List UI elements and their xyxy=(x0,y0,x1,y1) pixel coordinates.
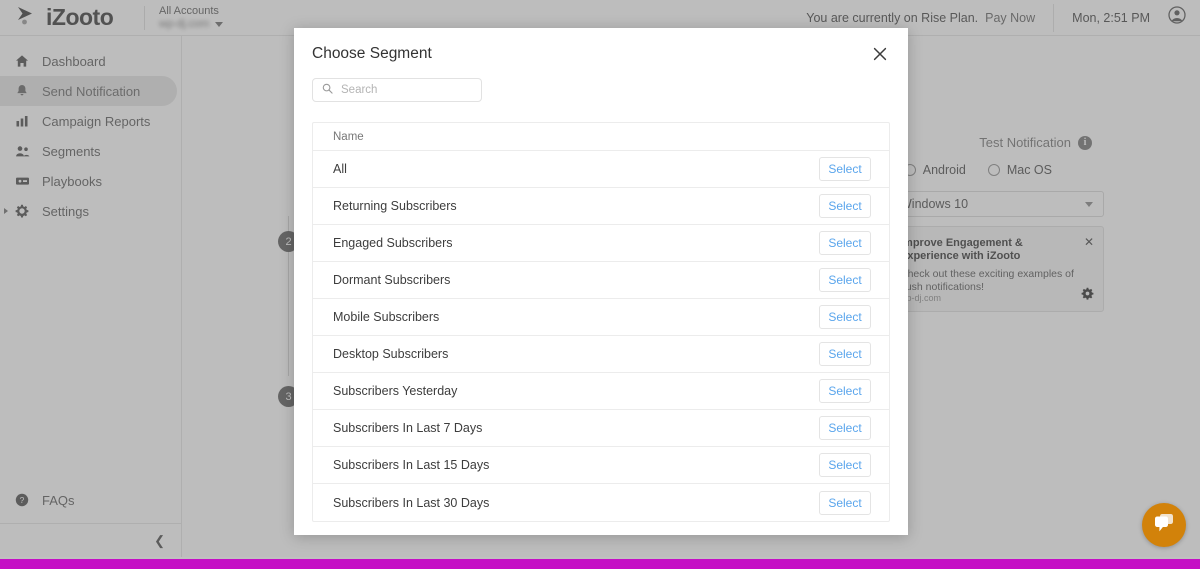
segment-name: Subscribers In Last 30 Days xyxy=(333,495,490,510)
segment-name: All xyxy=(333,162,347,176)
segment-name: Engaged Subscribers xyxy=(333,236,453,250)
izooto-app-window: iZooto All Accounts wp-dj.com You are cu… xyxy=(0,0,1200,569)
segment-name: Mobile Subscribers xyxy=(333,310,440,324)
select-segment-button[interactable]: Select xyxy=(819,342,871,366)
select-segment-button[interactable]: Select xyxy=(819,379,871,403)
bottom-accent-bar xyxy=(0,559,1200,569)
select-segment-button[interactable]: Select xyxy=(819,305,871,329)
select-segment-button[interactable]: Select xyxy=(819,416,871,440)
select-segment-button[interactable]: Select xyxy=(819,490,871,515)
close-icon[interactable] xyxy=(870,44,890,64)
segment-name: Subscribers Yesterday xyxy=(333,384,458,398)
table-row: Subscribers In Last 30 Days Select xyxy=(313,484,889,521)
segment-name: Desktop Subscribers xyxy=(333,347,449,361)
select-segment-button[interactable]: Select xyxy=(819,268,871,292)
segment-table-body: All Select Returning Subscribers Select Enga… xyxy=(313,151,889,521)
segment-name: Returning Subscribers xyxy=(333,199,457,213)
segment-name: Subscribers In Last 7 Days xyxy=(333,421,483,435)
table-row: Subscribers Yesterday Select xyxy=(313,373,889,410)
table-row: Engaged Subscribers Select xyxy=(313,225,889,262)
table-row: All Select xyxy=(313,151,889,188)
segment-name: Dormant Subscribers xyxy=(333,273,451,287)
select-segment-button[interactable]: Select xyxy=(819,194,871,218)
table-row: Returning Subscribers Select xyxy=(313,188,889,225)
search-icon xyxy=(322,81,333,99)
chat-bubble-icon xyxy=(1152,512,1176,539)
table-row: Subscribers In Last 15 Days Select xyxy=(313,447,889,484)
segment-table-header: Name xyxy=(313,123,889,151)
chat-support-button[interactable] xyxy=(1142,503,1186,547)
table-row: Desktop Subscribers Select xyxy=(313,336,889,373)
table-row: Subscribers In Last 7 Days Select xyxy=(313,410,889,447)
modal-header: Choose Segment xyxy=(312,28,890,76)
modal-title: Choose Segment xyxy=(312,45,432,62)
column-header-name: Name xyxy=(333,130,364,143)
segment-table: Name All Select Returning Subscribers Selec… xyxy=(312,122,890,522)
select-segment-button[interactable]: Select xyxy=(819,157,871,181)
table-row: Mobile Subscribers Select xyxy=(313,299,889,336)
segment-name: Subscribers In Last 15 Days xyxy=(333,458,490,472)
choose-segment-modal: Choose Segment Name AllSelectReturning S… xyxy=(294,28,908,535)
select-segment-button[interactable]: Select xyxy=(819,453,871,477)
search-input[interactable] xyxy=(339,83,472,97)
select-segment-button[interactable]: Select xyxy=(819,231,871,255)
table-row: Dormant Subscribers Select xyxy=(313,262,889,299)
segment-search-box[interactable] xyxy=(312,78,482,102)
